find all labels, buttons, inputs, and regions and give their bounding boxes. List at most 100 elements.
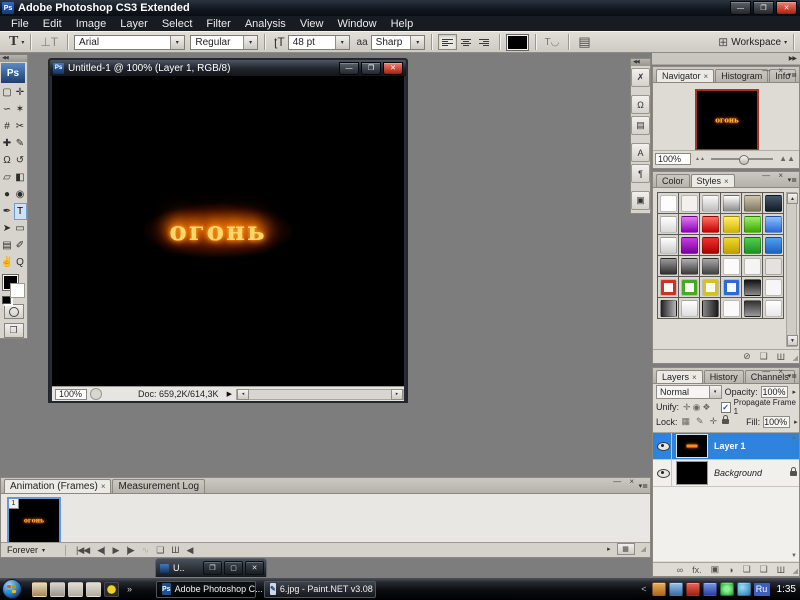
clear-style-icon[interactable]: ⊘	[743, 351, 751, 362]
lasso-tool[interactable]: ∽	[1, 101, 14, 118]
tray-brush-icon[interactable]	[652, 582, 666, 596]
slice-tool[interactable]: ✂	[14, 118, 27, 135]
chevron-down-icon[interactable]: ▾	[784, 39, 787, 46]
collapse-frames-arrow[interactable]: ◀	[187, 545, 193, 556]
play-button[interactable]: ▶	[112, 545, 118, 556]
menu-item-view[interactable]: View	[293, 18, 331, 30]
type-tool-preset-icon[interactable]: T	[9, 34, 18, 50]
opacity-spinner-icon[interactable]: ▸	[792, 388, 796, 396]
start-button[interactable]	[2, 579, 22, 599]
tab-histogram[interactable]: Histogram	[715, 69, 768, 82]
link-layers-icon[interactable]: ∞	[677, 565, 683, 575]
style-swatch-18[interactable]	[763, 235, 784, 256]
character-dock-icon[interactable]: A	[631, 143, 650, 162]
fill-field[interactable]: 100%	[763, 416, 790, 428]
new-frame-button[interactable]: ❑	[156, 545, 163, 556]
panel-menu-icon[interactable]: ▾≣	[788, 372, 797, 380]
quicklaunch-icon-3[interactable]	[68, 582, 83, 597]
style-swatch-19[interactable]	[658, 256, 679, 277]
resize-grip-icon[interactable]: ◢	[641, 545, 646, 553]
canvas[interactable]: огонь	[52, 76, 404, 386]
doc-maximize-button[interactable]: ❐	[361, 62, 381, 75]
resize-grip-icon[interactable]: ◢	[793, 567, 798, 575]
new-style-icon[interactable]: ❑	[760, 351, 768, 362]
frame-thumbnail[interactable]: 1 огонь	[7, 497, 61, 544]
style-swatch-34[interactable]	[721, 298, 742, 319]
panel-minimize-close[interactable]: — ×	[762, 66, 786, 75]
style-swatch-13[interactable]	[658, 235, 679, 256]
zoom-in-icon[interactable]: ▲▲	[779, 155, 795, 163]
menu-item-edit[interactable]: Edit	[36, 18, 69, 30]
lock-position-icon[interactable]: ✛	[710, 416, 718, 427]
blur-tool[interactable]: ●	[1, 186, 14, 203]
close-button[interactable]: ✕	[776, 1, 797, 15]
minimize-button[interactable]: —	[730, 1, 751, 15]
layer-name[interactable]: Layer 1	[714, 441, 746, 451]
style-swatch-27[interactable]	[700, 277, 721, 298]
eraser-tool[interactable]: ▱	[1, 169, 14, 186]
chevron-down-icon[interactable]: ▾	[335, 36, 349, 49]
delete-layer-icon[interactable]: Ш	[777, 565, 785, 575]
zoom-level-field[interactable]: 100%	[55, 389, 87, 400]
panel-menu-icon[interactable]: ▾≣	[639, 482, 648, 490]
style-swatch-36[interactable]	[763, 298, 784, 319]
scroll-left-icon[interactable]: ◂	[237, 389, 249, 400]
resize-grip-icon[interactable]: ◢	[793, 354, 798, 362]
chevron-down-icon[interactable]: ▾	[243, 36, 257, 49]
language-indicator[interactable]: Ru	[754, 583, 770, 596]
shape-tool[interactable]: ▭	[14, 220, 27, 237]
tab-color[interactable]: Color	[656, 174, 690, 187]
taskbar-button-paintnet[interactable]: ✎ 6.jpg - Paint.NET v3.08	[264, 581, 376, 598]
photoshop-logo-button[interactable]: Ps	[1, 63, 25, 83]
panel-minimize-close[interactable]: — ×	[762, 171, 786, 180]
loop-select[interactable]: Forever ▾	[5, 544, 59, 556]
background-color-swatch[interactable]	[10, 283, 25, 298]
scroll-right-icon[interactable]: ▸	[391, 389, 403, 400]
tab-measurement-log[interactable]: Measurement Log	[112, 479, 205, 493]
tab-navigator[interactable]: Navigator×	[656, 69, 714, 82]
quicklaunch-icon-4[interactable]	[86, 582, 101, 597]
style-swatch-6[interactable]	[763, 193, 784, 214]
history-brush-tool[interactable]: ↺	[14, 152, 27, 169]
style-swatch-23[interactable]	[742, 256, 763, 277]
text-color-swatch[interactable]	[506, 34, 529, 51]
zoom-tool[interactable]: Q	[14, 254, 27, 271]
healing-brush-tool[interactable]: ✚	[1, 135, 14, 152]
menu-item-image[interactable]: Image	[69, 18, 114, 30]
taskbar-clock[interactable]: 1:35	[777, 584, 796, 595]
magic-wand-tool[interactable]: ✶	[14, 101, 27, 118]
tab-close-icon[interactable]: ×	[704, 72, 709, 81]
mini-restore-button[interactable]: ❐	[203, 561, 222, 575]
tab-layers[interactable]: Layers×	[656, 370, 703, 383]
collapse-toolbar-header[interactable]: ◀◀	[0, 55, 27, 62]
style-swatch-8[interactable]	[679, 214, 700, 235]
style-swatch-25[interactable]	[658, 277, 679, 298]
scroll-down-icon[interactable]: ▼	[787, 335, 798, 346]
style-swatch-20[interactable]	[679, 256, 700, 277]
tab-close-icon[interactable]: ×	[724, 177, 729, 186]
tab-animation-frames[interactable]: Animation (Frames)×	[4, 479, 111, 493]
style-swatch-1[interactable]	[658, 193, 679, 214]
style-swatch-9[interactable]	[700, 214, 721, 235]
blend-mode-select[interactable]: Normal ▾	[656, 385, 722, 399]
layer-group-icon[interactable]: ❏	[743, 564, 751, 575]
style-swatch-21[interactable]	[700, 256, 721, 277]
eyedropper-tool[interactable]: ✐	[14, 237, 27, 254]
style-swatch-7[interactable]	[658, 214, 679, 235]
style-swatch-26[interactable]	[679, 277, 700, 298]
propagate-checkbox[interactable]: ✓	[721, 402, 731, 413]
scroll-right-icon[interactable]: ▸	[607, 545, 611, 553]
mini-maximize-button[interactable]: ▢	[224, 561, 243, 575]
tray-red-icon[interactable]	[686, 582, 700, 596]
panel-menu-icon[interactable]: ▾≣	[788, 71, 797, 79]
layer-thumbnail[interactable]	[676, 434, 708, 458]
zoom-slider-thumb[interactable]	[739, 155, 749, 165]
scroll-down-icon[interactable]: ▼	[791, 553, 797, 559]
style-swatch-28[interactable]	[721, 277, 742, 298]
style-swatch-4[interactable]	[721, 193, 742, 214]
layer-row-layer1[interactable]: Layer 1	[653, 433, 799, 460]
layer-style-icon[interactable]: fx.	[692, 565, 702, 575]
layer-name[interactable]: Background	[714, 468, 762, 478]
unify-style-icon[interactable]: ❖	[702, 402, 710, 413]
hand-tool[interactable]: ✌	[1, 254, 14, 271]
